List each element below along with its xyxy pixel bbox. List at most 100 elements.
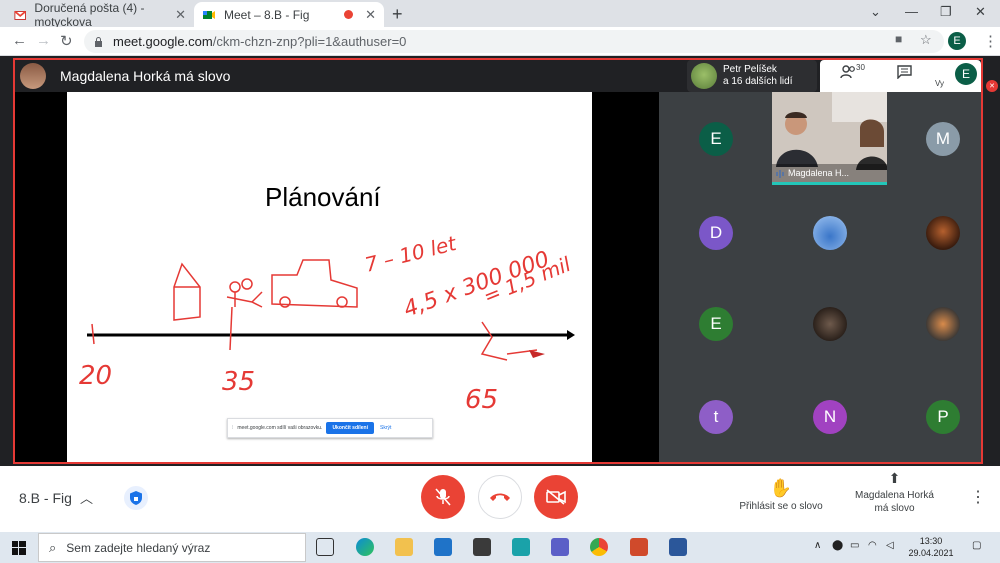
chrome-menu-icon[interactable]: ⋮	[983, 32, 998, 50]
presenter-bar: Magdalena Horká má slovo	[15, 60, 659, 92]
window-close-icon[interactable]: ✕	[975, 4, 986, 20]
presenting-label: Magdalena Horká má slovo	[855, 490, 934, 514]
close-icon[interactable]: ✕	[365, 7, 376, 23]
taskbar-search-placeholder: Sem zadejte hledaný výraz	[66, 540, 211, 555]
tray-chevron-icon[interactable]: ∧	[814, 540, 821, 551]
chat-icon[interactable]	[897, 65, 912, 82]
office-icon[interactable]	[630, 538, 648, 556]
volume-icon[interactable]: ◁	[886, 540, 894, 551]
participant-initial: E	[710, 314, 722, 333]
system-clock[interactable]: 13:30 29.04.2021	[906, 535, 956, 559]
presenter-label: Magdalena Horká má slovo	[60, 68, 231, 84]
house-sketch	[173, 262, 201, 321]
tab-gmail[interactable]: Doručená pošta (4) - motyckova ✕	[6, 0, 194, 29]
car-sketch	[271, 259, 358, 308]
browser-toolbar: ← → ↻ meet.google.com/ckm-chzn-znp?pli=1…	[0, 27, 1000, 56]
participant-photo[interactable]	[813, 216, 847, 250]
participant-photo[interactable]	[813, 307, 847, 341]
drag-handle-icon[interactable]: ⁞	[232, 425, 233, 431]
raise-hand-label: Přihlásit se o slovo	[739, 501, 823, 512]
mic-off-icon	[435, 488, 451, 506]
more-options-icon[interactable]: ⋮	[970, 487, 986, 507]
chrome-icon[interactable]	[590, 538, 608, 556]
age-start-label: 20	[79, 361, 112, 391]
participant-tile[interactable]: M	[926, 122, 960, 156]
shared-slide: Plánování 20 35 65 7 – 10 let 4,5 x 300 …	[67, 92, 592, 463]
url-path: /ckm-chzn-znp?pli=1&authuser=0	[212, 34, 407, 49]
leave-call-button[interactable]	[478, 475, 522, 519]
raise-hand-button[interactable]: ✋ Přihlásit se o slovo	[736, 478, 826, 512]
address-bar[interactable]: meet.google.com/ckm-chzn-znp?pli=1&authu…	[84, 30, 944, 53]
participant-tile[interactable]: P	[926, 400, 960, 434]
chevron-up-icon[interactable]: ︿	[80, 488, 93, 507]
age-mid-label: 35	[222, 367, 255, 397]
camera-toggle-button[interactable]	[534, 475, 578, 519]
participant-initial: t	[713, 407, 719, 426]
years-label: 7 – 10 let	[362, 231, 459, 277]
tab-search-icon[interactable]: ⌄	[870, 4, 881, 20]
clock-date: 29.04.2021	[908, 548, 954, 558]
taskbar-search[interactable]: ⌕ Sem zadejte hledaný výraz	[38, 533, 306, 562]
camera-blocked-icon[interactable]: ■	[895, 32, 902, 46]
edge-icon[interactable]	[356, 538, 374, 556]
teams-icon[interactable]	[551, 538, 569, 556]
participant-tile[interactable]: D	[699, 216, 733, 250]
restore-icon[interactable]: ❐	[940, 4, 952, 20]
app-icon[interactable]	[512, 538, 530, 556]
end-mark-sketch	[480, 321, 508, 361]
tab-meet[interactable]: Meet – 8.B - Fig ✕	[194, 2, 384, 27]
mail-icon[interactable]	[434, 538, 452, 556]
meet-icon	[203, 10, 215, 19]
participant-tile[interactable]: E	[699, 122, 733, 156]
new-tab-icon[interactable]: +	[392, 4, 403, 25]
network-icon[interactable]: ◠	[868, 540, 877, 551]
host-controls-button[interactable]	[124, 486, 148, 510]
notifications-icon[interactable]: ▢	[972, 540, 981, 551]
shield-lock-icon	[130, 491, 142, 505]
word-icon[interactable]	[669, 538, 687, 556]
participant-photo[interactable]	[926, 216, 960, 250]
active-speaker-tile[interactable]: Magdalena H...	[772, 92, 887, 185]
task-view-icon[interactable]	[316, 538, 334, 556]
people-icon[interactable]	[840, 65, 856, 82]
presenting-button[interactable]: ⬆ Magdalena Horká má slovo	[847, 471, 942, 515]
close-icon[interactable]: ✕	[175, 7, 186, 23]
chat-icon-svg	[897, 65, 912, 80]
participant-initial: N	[823, 407, 837, 426]
meeting-name[interactable]: 8.B - Fig	[19, 490, 72, 506]
person-sketch-head-2	[241, 278, 253, 290]
participant-tile[interactable]: E	[699, 307, 733, 341]
participant-tile[interactable]: t	[699, 400, 733, 434]
joined-name: Petr Pelíšek	[723, 64, 777, 75]
reload-icon[interactable]: ↻	[60, 32, 73, 50]
participant-photo[interactable]	[926, 307, 960, 341]
hang-up-icon	[490, 493, 510, 501]
people-icon-svg	[840, 65, 855, 79]
tray-app-icon[interactable]: ⬤	[832, 540, 843, 551]
battery-icon[interactable]: ▭	[850, 540, 859, 551]
timeline-arrowhead	[567, 330, 575, 340]
participant-initial: P	[937, 407, 949, 426]
hand-icon: ✋	[769, 478, 793, 498]
gmail-icon	[14, 10, 27, 20]
screen-share-bar: ⁞ meet.google.com sdílí vaši obrazovku. …	[227, 418, 433, 438]
minimize-icon[interactable]: —	[905, 4, 918, 19]
joined-avatar	[691, 63, 717, 89]
profile-avatar[interactable]: E	[948, 32, 966, 50]
person-sketch-head	[229, 281, 241, 293]
presenter-avatar	[20, 63, 46, 89]
windows-start-icon[interactable]	[12, 541, 26, 555]
hide-share-bar-button[interactable]: Skrýt	[380, 425, 391, 431]
star-icon[interactable]: ☆	[920, 32, 932, 48]
mic-toggle-button[interactable]	[421, 475, 465, 519]
tab-gmail-title: Doručená pošta (4) - motyckova	[34, 0, 145, 29]
lock-icon	[95, 36, 102, 47]
participant-tile[interactable]: N	[813, 400, 847, 434]
stop-sharing-button[interactable]: Ukončit sdílení	[326, 422, 374, 434]
back-arrow-icon[interactable]: ←	[12, 32, 27, 49]
file-explorer-icon[interactable]	[395, 538, 413, 556]
participant-initial: M	[935, 129, 951, 148]
self-avatar[interactable]: E	[955, 63, 977, 85]
store-icon[interactable]	[473, 538, 491, 556]
forward-arrow-icon[interactable]: →	[36, 32, 51, 49]
